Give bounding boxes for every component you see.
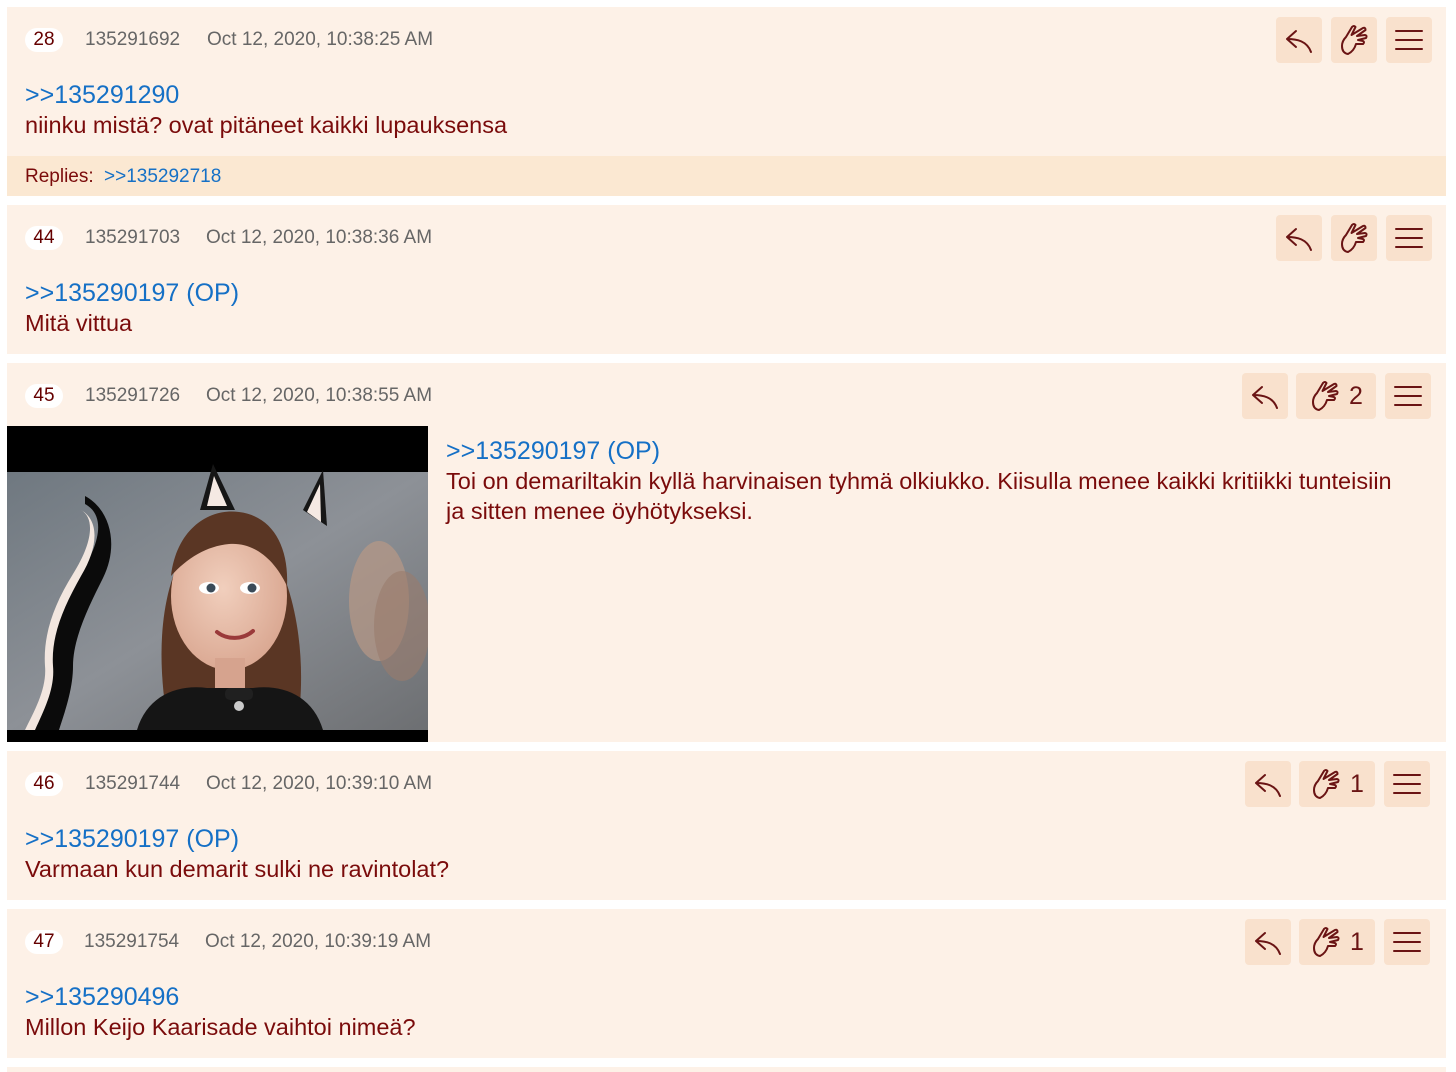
post-date: Oct 12, 2020, 10:39:10 AM bbox=[206, 773, 433, 794]
reply-arrow-icon bbox=[1286, 228, 1312, 251]
hand-pointer-icon bbox=[1312, 381, 1339, 411]
reply-button[interactable] bbox=[1245, 761, 1291, 807]
post-text: Mitä vittua bbox=[25, 310, 133, 336]
post-text: Millon Keijo Kaarisade vaihtoi nimeä? bbox=[25, 1014, 416, 1040]
thread: 28 135291692 Oct 12, 2020, 10:38:25 AM >… bbox=[0, 0, 1456, 1072]
post-id[interactable]: 135291726 bbox=[85, 383, 180, 409]
post-text: niinku mistä? ovat pitäneet kaikki lupau… bbox=[25, 112, 508, 138]
post-header: 47 135291754 Oct 12, 2020, 10:39:19 AM 1 bbox=[7, 909, 1446, 969]
post-next-partial bbox=[7, 1067, 1446, 1072]
hand-pointer-icon bbox=[1341, 25, 1368, 55]
post-date: Oct 12, 2020, 10:38:36 AM bbox=[206, 227, 433, 248]
reply-button[interactable] bbox=[1242, 373, 1288, 419]
replies-bar: Replies: >>135292718 bbox=[7, 156, 1446, 196]
hand-pointer-icon bbox=[1313, 927, 1340, 957]
react-button[interactable]: 2 bbox=[1296, 373, 1376, 419]
menu-button[interactable] bbox=[1385, 373, 1431, 419]
post-date: Oct 12, 2020, 10:38:25 AM bbox=[207, 29, 434, 50]
reply-button[interactable] bbox=[1276, 17, 1322, 63]
post-date: Oct 12, 2020, 10:39:19 AM bbox=[205, 931, 432, 952]
hamburger-menu-icon bbox=[1395, 228, 1423, 248]
menu-button[interactable] bbox=[1386, 215, 1432, 261]
post-header: 46 135291744 Oct 12, 2020, 10:39:10 AM 1 bbox=[7, 751, 1446, 811]
post-number: 47 bbox=[25, 930, 63, 954]
post-actions: 2 bbox=[1242, 373, 1439, 419]
post-date: Oct 12, 2020, 10:38:55 AM bbox=[206, 385, 433, 406]
post-47: 47 135291754 Oct 12, 2020, 10:39:19 AM 1… bbox=[7, 909, 1446, 1058]
react-button[interactable] bbox=[1331, 215, 1377, 261]
hand-pointer-icon bbox=[1313, 769, 1340, 799]
reply-button[interactable] bbox=[1245, 919, 1291, 965]
post-id[interactable]: 135291692 bbox=[85, 27, 180, 53]
post-28: 28 135291692 Oct 12, 2020, 10:38:25 AM >… bbox=[7, 7, 1446, 196]
quote-link[interactable]: >>135290496 bbox=[25, 982, 179, 1012]
post-actions: 1 bbox=[1245, 919, 1439, 965]
post-number: 46 bbox=[25, 772, 63, 796]
post-number: 28 bbox=[25, 28, 63, 52]
menu-button[interactable] bbox=[1384, 761, 1430, 807]
post-number: 44 bbox=[25, 226, 63, 250]
post-id[interactable]: 135291703 bbox=[85, 225, 180, 251]
hamburger-menu-icon bbox=[1393, 932, 1421, 952]
post-image-thumbnail[interactable] bbox=[7, 426, 428, 742]
menu-button[interactable] bbox=[1386, 17, 1432, 63]
reaction-count: 2 bbox=[1349, 381, 1363, 410]
post-header: 45 135291726 Oct 12, 2020, 10:38:55 AM 2 bbox=[7, 363, 1446, 423]
post-actions: 1 bbox=[1245, 761, 1439, 807]
reply-arrow-icon bbox=[1286, 30, 1312, 53]
reaction-count: 1 bbox=[1350, 769, 1364, 798]
menu-button[interactable] bbox=[1384, 919, 1430, 965]
cat-ears-girl-image bbox=[7, 426, 428, 742]
post-number: 45 bbox=[25, 384, 63, 408]
post-header: 44 135291703 Oct 12, 2020, 10:38:36 AM bbox=[7, 205, 1446, 265]
hand-pointer-icon bbox=[1341, 223, 1368, 253]
post-actions bbox=[1276, 215, 1439, 261]
post-actions bbox=[1276, 17, 1439, 63]
quote-link[interactable]: >>135290197 (OP) bbox=[25, 824, 239, 854]
reaction-count: 1 bbox=[1350, 927, 1364, 956]
post-46: 46 135291744 Oct 12, 2020, 10:39:10 AM 1… bbox=[7, 751, 1446, 900]
reply-link[interactable]: >>135292718 bbox=[104, 165, 221, 189]
post-header: 28 135291692 Oct 12, 2020, 10:38:25 AM bbox=[7, 7, 1446, 67]
post-id[interactable]: 135291744 bbox=[85, 771, 180, 797]
reply-arrow-icon bbox=[1255, 774, 1281, 797]
quote-link[interactable]: >>135290197 (OP) bbox=[446, 436, 660, 466]
reply-button[interactable] bbox=[1276, 215, 1322, 261]
quote-link[interactable]: >>135291290 bbox=[25, 80, 179, 110]
post-id[interactable]: 135291754 bbox=[84, 929, 179, 955]
quote-link[interactable]: >>135290197 (OP) bbox=[25, 278, 239, 308]
react-button[interactable]: 1 bbox=[1299, 919, 1375, 965]
hamburger-menu-icon bbox=[1393, 774, 1421, 794]
hamburger-menu-icon bbox=[1394, 386, 1422, 406]
reply-arrow-icon bbox=[1255, 932, 1281, 955]
post-45: 45 135291726 Oct 12, 2020, 10:38:55 AM 2 bbox=[7, 363, 1446, 742]
post-text: Toi on demariltakin kyllä harvinaisen ty… bbox=[446, 468, 1392, 524]
react-button[interactable]: 1 bbox=[1299, 761, 1375, 807]
hamburger-menu-icon bbox=[1395, 30, 1423, 50]
post-44: 44 135291703 Oct 12, 2020, 10:38:36 AM >… bbox=[7, 205, 1446, 354]
post-text: Varmaan kun demarit sulki ne ravintolat? bbox=[25, 856, 450, 882]
reply-arrow-icon bbox=[1252, 386, 1278, 409]
replies-label: Replies: bbox=[25, 166, 94, 187]
react-button[interactable] bbox=[1331, 17, 1377, 63]
